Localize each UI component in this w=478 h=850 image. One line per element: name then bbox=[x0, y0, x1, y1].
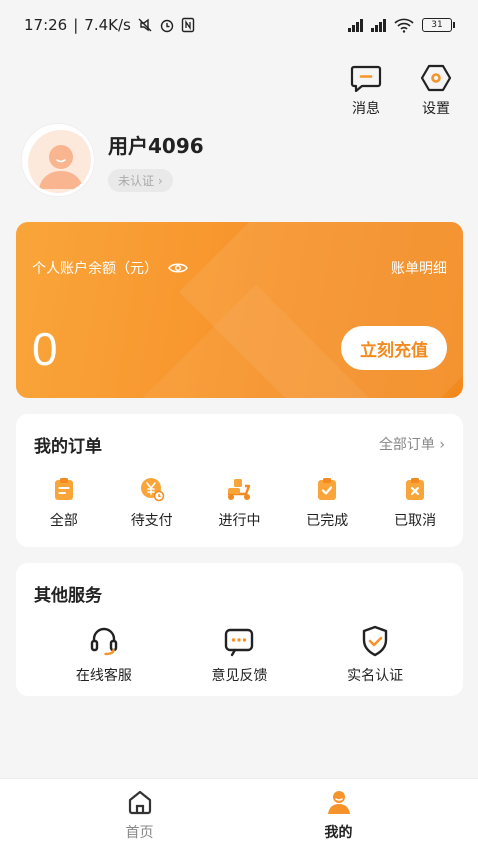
gear-icon bbox=[420, 64, 452, 92]
username: 用户4096 bbox=[108, 134, 204, 158]
order-pending-label: 待支付 bbox=[130, 513, 173, 529]
order-pending-payment[interactable]: 待支付 bbox=[117, 476, 187, 530]
real-name-auth-label: 实名认证 bbox=[347, 668, 404, 684]
feedback-icon bbox=[225, 628, 254, 657]
services-row: 在线客服 意见反馈 实名认证 bbox=[16, 625, 463, 685]
mute-icon bbox=[138, 18, 152, 32]
clipboard-icon bbox=[54, 478, 73, 500]
feedback[interactable]: 意见反馈 bbox=[189, 625, 289, 685]
order-all[interactable]: 全部 bbox=[29, 476, 99, 530]
yen-coin-icon bbox=[140, 478, 164, 502]
feedback-label: 意见反馈 bbox=[211, 668, 268, 684]
top-actions: 消息 设置 bbox=[346, 64, 456, 118]
status-right: 31 bbox=[348, 17, 455, 33]
nav-home[interactable]: 首页 bbox=[100, 779, 180, 850]
order-completed-label: 已完成 bbox=[306, 513, 349, 529]
alarm-icon bbox=[160, 19, 174, 33]
profile-info: 用户4096 未认证 › bbox=[108, 124, 204, 192]
balance-amount: 0 bbox=[32, 323, 58, 375]
order-cancelled-label: 已取消 bbox=[394, 513, 437, 529]
profile-section: 用户4096 未认证 › bbox=[22, 124, 204, 196]
order-all-label: 全部 bbox=[49, 513, 78, 529]
avatar-image bbox=[28, 130, 91, 193]
balance-card: 个人账户余额（元） 账单明细 0 立刻充值 bbox=[16, 222, 463, 398]
headset-icon bbox=[90, 627, 118, 656]
order-in-progress-label: 进行中 bbox=[218, 513, 261, 529]
status-time: 17:26 bbox=[24, 16, 68, 34]
user-icon bbox=[327, 790, 350, 814]
battery-level: 31 bbox=[431, 20, 443, 30]
orders-title: 我的订单 bbox=[34, 437, 102, 457]
cert-status-badge[interactable]: 未认证 › bbox=[108, 169, 173, 192]
avatar[interactable] bbox=[22, 124, 94, 196]
nav-home-label: 首页 bbox=[125, 824, 154, 841]
wifi-icon bbox=[394, 18, 414, 33]
eye-icon[interactable] bbox=[168, 261, 188, 275]
orders-card: 我的订单 全部订单 › 全部 待支付 进行中 已完成 已取消 bbox=[16, 414, 463, 547]
clipboard-x-icon bbox=[406, 478, 425, 500]
online-service-label: 在线客服 bbox=[75, 668, 132, 684]
bottom-nav: 首页 我的 bbox=[0, 778, 478, 850]
online-service[interactable]: 在线客服 bbox=[54, 625, 154, 685]
settings-label: 设置 bbox=[422, 101, 450, 117]
status-bar: 17:26 | 7.4K/s 31 bbox=[0, 0, 478, 50]
status-divider: | bbox=[73, 16, 79, 34]
recharge-button[interactable]: 立刻充值 bbox=[341, 326, 447, 370]
services-card: 其他服务 在线客服 意见反馈 实名认证 bbox=[16, 563, 463, 696]
all-orders-link[interactable]: 全部订单 › bbox=[379, 434, 445, 454]
status-left: 17:26 | 7.4K/s bbox=[24, 16, 195, 34]
scooter-icon bbox=[228, 479, 251, 500]
balance-label-row: 个人账户余额（元） bbox=[32, 258, 188, 278]
shield-check-icon bbox=[362, 625, 388, 657]
signal-icon bbox=[348, 18, 363, 32]
home-icon bbox=[128, 790, 151, 814]
nav-mine-label: 我的 bbox=[324, 824, 353, 841]
order-status-row: 全部 待支付 进行中 已完成 已取消 bbox=[16, 476, 463, 530]
message-icon bbox=[350, 65, 382, 92]
clipboard-check-icon bbox=[318, 478, 337, 500]
settings-button[interactable]: 设置 bbox=[416, 64, 456, 118]
real-name-auth[interactable]: 实名认证 bbox=[325, 625, 425, 685]
network-speed: 7.4K/s bbox=[84, 16, 131, 34]
signal-icon-2 bbox=[371, 18, 386, 32]
nfc-icon bbox=[181, 17, 195, 33]
services-title: 其他服务 bbox=[34, 586, 102, 606]
order-cancelled[interactable]: 已取消 bbox=[380, 476, 450, 530]
message-button[interactable]: 消息 bbox=[346, 64, 386, 118]
order-in-progress[interactable]: 进行中 bbox=[204, 476, 274, 530]
order-completed[interactable]: 已完成 bbox=[292, 476, 362, 530]
bill-details-link[interactable]: 账单明细 bbox=[391, 258, 447, 278]
message-label: 消息 bbox=[352, 101, 380, 117]
battery-icon: 31 bbox=[422, 18, 455, 32]
nav-mine[interactable]: 我的 bbox=[299, 779, 379, 850]
balance-label: 个人账户余额（元） bbox=[32, 261, 158, 277]
